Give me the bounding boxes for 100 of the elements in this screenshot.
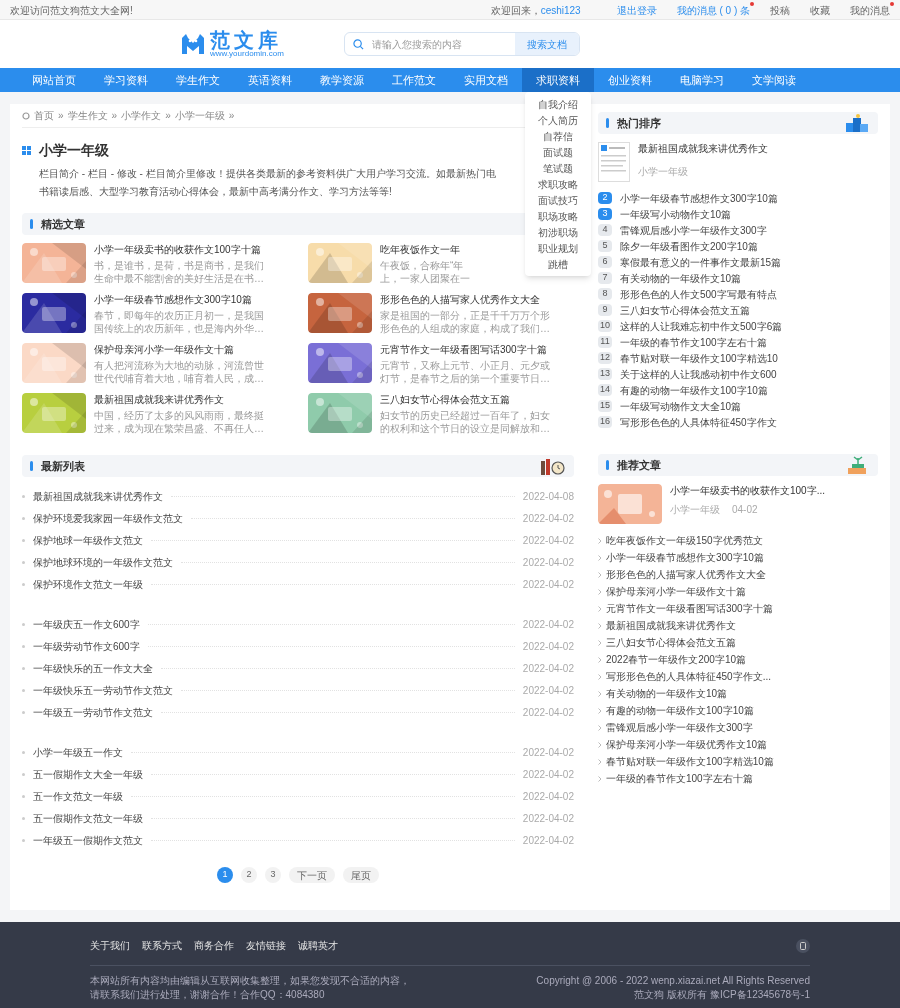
- recommended-article-link[interactable]: 2022春节一年级作文200字10篇: [606, 652, 747, 667]
- hot-article-link[interactable]: 有趣的动物一年级作文100字10篇: [620, 382, 768, 398]
- hot-article-link[interactable]: 小学一年级春节感想作文300字10篇: [620, 190, 778, 206]
- recommended-article-link[interactable]: 保护母亲河小学一年级作文十篇: [606, 584, 746, 599]
- list-article-link[interactable]: 最新祖国成就我来讲优秀作文: [33, 488, 163, 504]
- article-date: 2022-04-02: [522, 617, 574, 632]
- footer-link[interactable]: 关于我们: [90, 938, 130, 953]
- article-title[interactable]: 形形色色的人描写家人优秀作文大全: [380, 293, 550, 307]
- breadcrumb-separator: »: [58, 109, 64, 123]
- recommended-article-link[interactable]: 最新祖国成就我来讲优秀作文: [606, 618, 736, 633]
- recommended-article-link[interactable]: 形形色色的人描写家人优秀作文大全: [606, 567, 766, 582]
- list-article-link[interactable]: 保护地球一年级作文范文: [33, 532, 143, 548]
- recommended-article-link[interactable]: 三八妇女节心得体会范文五篇: [606, 635, 736, 650]
- recommended-lead-title[interactable]: 小学一年级卖书的收获作文100字...: [670, 484, 826, 498]
- list-article-link[interactable]: 五一作文范文一年级: [33, 788, 123, 804]
- article-title[interactable]: 三八妇女节心得体会范文五篇: [380, 393, 550, 407]
- article-title[interactable]: 小学一年级卖书的收获作文100字十篇: [94, 243, 264, 257]
- recommended-article-link[interactable]: 一年级的春节作文100字左右十篇: [606, 771, 753, 786]
- dropdown-item[interactable]: 个人简历: [525, 112, 591, 128]
- recommended-article-link[interactable]: 雷锋观后感小学一年级作文300字: [606, 720, 753, 735]
- dropdown-item[interactable]: 初涉职场: [525, 224, 591, 240]
- article-title[interactable]: 小学一年级春节感想作文300字10篇: [94, 293, 264, 307]
- recommended-article-link[interactable]: 元宵节作文一年级看图写话300字十篇: [606, 601, 773, 616]
- hot-article-link[interactable]: 写形形色色的人具体特征450字作文: [620, 414, 777, 430]
- accent-bar-icon: [30, 461, 33, 471]
- list-article-link[interactable]: 一年级劳动节作文600字: [33, 638, 140, 654]
- next-page-button[interactable]: 下一页: [289, 867, 335, 883]
- rank-badge: 12: [598, 352, 612, 364]
- section-title: 最新列表: [41, 458, 85, 474]
- books-clock-icon: [540, 457, 566, 475]
- rank-badge: 2: [598, 192, 612, 204]
- last-page-button[interactable]: 尾页: [343, 867, 379, 883]
- recommended-article-link[interactable]: 保护母亲河小学一年级优秀作文10篇: [606, 737, 768, 752]
- article-date: 2022-04-02: [522, 661, 574, 676]
- hot-article-link[interactable]: 雷锋观后感小学一年级作文300字: [620, 222, 767, 238]
- list-article-link[interactable]: 一年级庆五一作文600字: [33, 616, 140, 632]
- top-link[interactable]: 收藏: [810, 2, 830, 18]
- hot-article-link[interactable]: 一年级的春节作文100字左右十篇: [620, 334, 767, 350]
- hot-article-link[interactable]: 有关动物的一年级作文10篇: [620, 270, 742, 286]
- hot-article-link[interactable]: 关于这样的人让我感动初中作文600: [620, 366, 777, 382]
- hot-article-link[interactable]: 春节贴对联一年级作文100字精选10: [620, 350, 778, 366]
- dropdown-item[interactable]: 求职攻略: [525, 176, 591, 192]
- hot-article-link[interactable]: 这样的人让我难忘初中作文500字6篇: [620, 318, 783, 334]
- article-date: 2022-04-02: [522, 767, 574, 782]
- recommended-article-link[interactable]: 吃年夜饭作文一年级150字优秀范文: [606, 533, 763, 548]
- hot-lead-title[interactable]: 最新祖国成就我来讲优秀作文: [638, 142, 768, 156]
- footer-link[interactable]: 商务合作: [194, 938, 234, 953]
- article-title[interactable]: 元宵节作文一年级看图写话300字十篇: [380, 343, 550, 357]
- nav-item[interactable]: 求职资料: [522, 68, 594, 92]
- footer-link[interactable]: 诚聘英才: [298, 938, 338, 953]
- breadcrumb-link[interactable]: 首页: [34, 108, 54, 123]
- list-article-link[interactable]: 五一假期作文大全一年级: [33, 766, 143, 782]
- recommended-article-link[interactable]: 有趣的动物一年级作文100字10篇: [606, 703, 754, 718]
- top-link[interactable]: 我的消息: [850, 2, 890, 18]
- rank-badge: 7: [598, 272, 612, 284]
- dropdown-item[interactable]: 笔试题: [525, 160, 591, 176]
- breadcrumb-link[interactable]: 小学一年级: [174, 108, 225, 123]
- recommended-article-link[interactable]: 春节贴对联一年级作文100字精选10篇: [606, 754, 774, 769]
- accent-bar-icon: [606, 460, 609, 470]
- dropdown-item[interactable]: 自我介绍: [525, 96, 591, 112]
- hot-article-link[interactable]: 形形色色的人作文500字写最有特点: [620, 286, 777, 302]
- dropdown-item[interactable]: 面试题: [525, 144, 591, 160]
- list-article-link[interactable]: 一年级五一假期作文范文: [33, 832, 143, 848]
- list-article-link[interactable]: 保护地球环境的一年级作文范文: [33, 554, 173, 570]
- list-article-link[interactable]: 一年级快乐五一劳动节作文范文: [33, 682, 173, 698]
- dropdown-item[interactable]: 职业规划: [525, 240, 591, 256]
- footer-link[interactable]: 联系方式: [142, 938, 182, 953]
- breadcrumb-link[interactable]: 学生作文: [67, 108, 108, 123]
- list-article-link[interactable]: 一年级五一劳动节作文范文: [33, 704, 153, 720]
- list-article-link[interactable]: 保护环境作文范文一年级: [33, 576, 143, 592]
- hot-article-link[interactable]: 除夕一年级看图作文200字10篇: [620, 238, 758, 254]
- list-article-link[interactable]: 保护环境爱我家园一年级作文范文: [33, 510, 183, 526]
- recommended-article-link[interactable]: 小学一年级春节感想作文300字10篇: [606, 550, 764, 565]
- footer-link[interactable]: 友情链接: [246, 938, 286, 953]
- article-title[interactable]: 保护母亲河小学一年级作文十篇: [94, 343, 264, 357]
- dropdown-item[interactable]: 面试技巧: [525, 192, 591, 208]
- hot-article-link[interactable]: 三八妇女节心得体会范文五篇: [620, 302, 750, 318]
- list-article-link[interactable]: 一年级快乐的五一作文大全: [33, 660, 153, 676]
- rank-badge: 11: [598, 336, 612, 348]
- list-article-link[interactable]: 小学一年级五一作文: [33, 744, 123, 760]
- page-button[interactable]: 3: [265, 867, 281, 883]
- bullet-icon: [22, 772, 25, 776]
- dropdown-item[interactable]: 职场攻略: [525, 208, 591, 224]
- accent-bar-icon: [30, 219, 33, 229]
- page-button[interactable]: 2: [241, 867, 257, 883]
- dropdown-item[interactable]: 自荐信: [525, 128, 591, 144]
- hot-article-link[interactable]: 一年级写小动物作文10篇: [620, 206, 732, 222]
- top-link[interactable]: 投稿: [770, 2, 790, 18]
- phone-icon[interactable]: [796, 938, 810, 953]
- breadcrumb-link[interactable]: 小学作文: [121, 108, 162, 123]
- chevron-icon: [598, 724, 602, 731]
- hot-article-link[interactable]: 寒假最有意义的一件事作文最新15篇: [620, 254, 782, 270]
- article-title[interactable]: 最新祖国成就我来讲优秀作文: [94, 393, 264, 407]
- recommended-article-link[interactable]: 写形形色色的人具体特征450字作文...: [606, 669, 772, 684]
- bullet-icon: [22, 494, 25, 498]
- list-article-link[interactable]: 五一假期作文范文一年级: [33, 810, 143, 826]
- dropdown-item[interactable]: 跳槽: [525, 256, 591, 272]
- article-title[interactable]: 吃年夜饭作文一年: [380, 243, 470, 257]
- recommended-article-link[interactable]: 有关动物的一年级作文10篇: [606, 686, 728, 701]
- hot-article-link[interactable]: 一年级写动物作文大全10篇: [620, 398, 742, 414]
